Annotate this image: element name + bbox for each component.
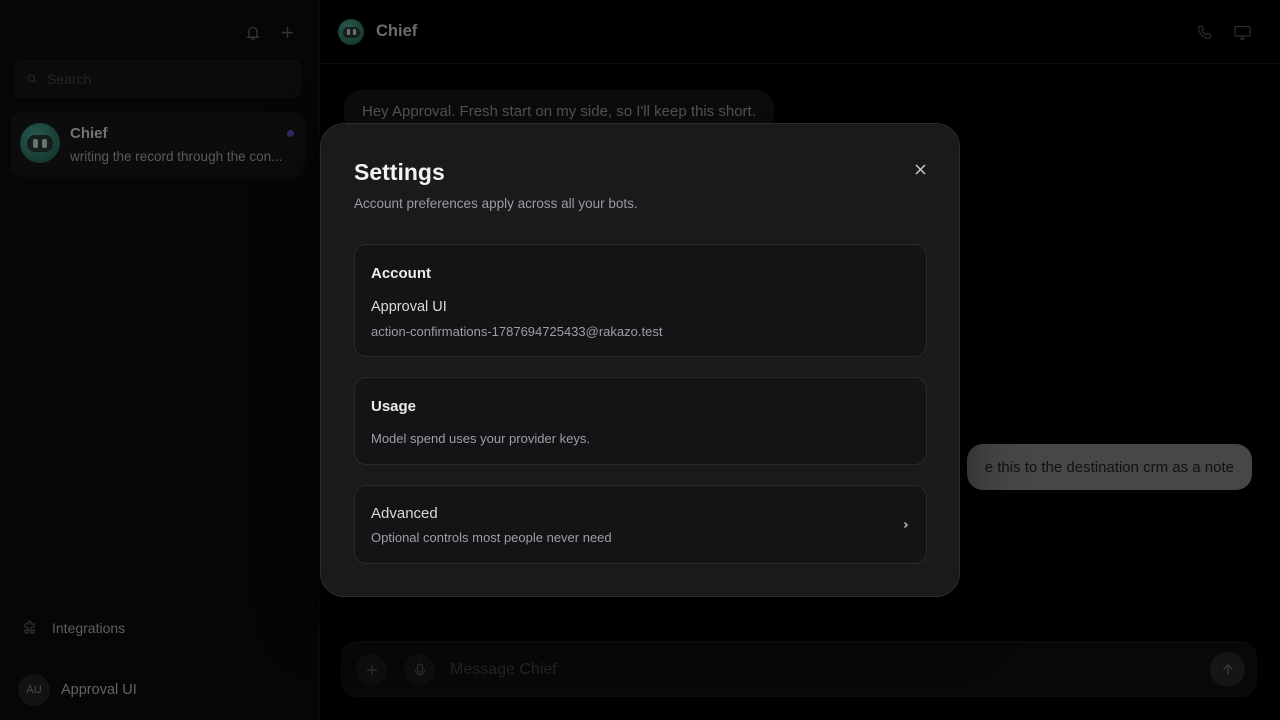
usage-text: Model spend uses your provider keys. [371,431,590,446]
advanced-text: Optional controls most people never need [371,530,612,545]
account-name: Approval UI [371,299,447,315]
advanced-title: Advanced [371,505,438,522]
settings-modal: Settings Account preferences apply acros… [320,123,960,597]
usage-card: Usage Model spend uses your provider key… [354,377,927,465]
close-button[interactable] [911,160,929,178]
account-title: Account [371,265,431,282]
modal-title: Settings [354,159,445,185]
usage-title: Usage [371,398,417,415]
close-icon [914,163,926,175]
account-email: action-confirmations-1787694725433@rakaz… [371,324,663,339]
modal-subtitle: Account preferences apply across all you… [354,196,638,211]
account-card: Account Approval UI action-confirmations… [354,244,927,357]
advanced-card[interactable]: Advanced Optional controls most people n… [354,485,927,564]
chevron-right-icon [903,521,909,529]
